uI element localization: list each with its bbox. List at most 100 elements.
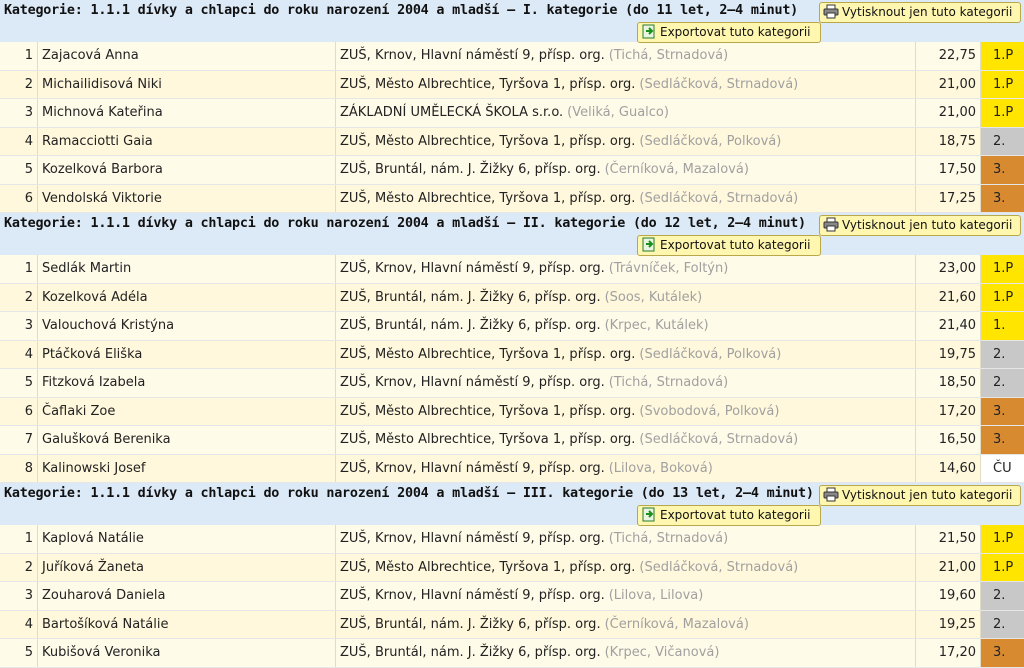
order-number: 5 (0, 156, 38, 184)
table-row: 3 Valouchová Kristýna ZUŠ, Bruntál, nám.… (0, 312, 1024, 341)
school-name: ZUŠ, Krnov, Hlavní náměstí 9, přísp. org… (340, 48, 605, 64)
placement-badge: 2. (981, 582, 1024, 610)
school-cell: ZUŠ, Bruntál, nám. J. Žižky 6, přísp. or… (336, 283, 916, 311)
score: 17,50 (916, 156, 981, 184)
order-number: 3 (0, 99, 38, 127)
teacher-names: (Tichá, Strnadová) (608, 48, 729, 64)
table-row: 7 Galušková Berenika ZUŠ, Město Albrecht… (0, 426, 1024, 455)
school-name: ZUŠ, Město Albrechtice, Tyršova 1, přísp… (340, 76, 636, 92)
teacher-names: (Krpec, Vičanová) (604, 645, 720, 661)
school-name: ZUŠ, Krnov, Hlavní náměstí 9, přísp. org… (340, 531, 605, 547)
score: 23,00 (916, 255, 981, 283)
school-name: ZUŠ, Krnov, Hlavní náměstí 9, přísp. org… (340, 261, 605, 277)
participant-name: Sedlák Martin (38, 255, 336, 283)
school-name: ZUŠ, Bruntál, nám. J. Žižky 6, přísp. or… (340, 645, 601, 661)
score: 21,00 (916, 99, 981, 127)
order-number: 1 (0, 42, 38, 70)
placement-badge: 1.P (981, 283, 1024, 311)
category-title: Kategorie: 1.1.1 dívky a chlapci do roku… (4, 216, 806, 231)
export-category-button[interactable]: Exportovat tuto kategorii (637, 505, 821, 526)
participant-name: Juříková Žaneta (38, 553, 336, 581)
school-name: ZUŠ, Bruntál, nám. J. Žižky 6, přísp. or… (340, 289, 601, 305)
order-number: 5 (0, 639, 38, 667)
order-number: 1 (0, 525, 38, 553)
participant-name: Zouharová Daniela (38, 582, 336, 610)
order-number: 1 (0, 255, 38, 283)
order-number: 8 (0, 454, 38, 482)
export-icon (642, 507, 655, 522)
teacher-names: (Sedláčková, Strnadová) (639, 559, 799, 575)
school-cell: ZUŠ, Město Albrechtice, Tyršova 1, přísp… (336, 553, 916, 581)
score: 19,25 (916, 610, 981, 638)
teacher-names: (Sedláčková, Polková) (639, 346, 782, 362)
school-cell: ZÁKLADNÍ UMĚLECKÁ ŠKOLA s.r.o. (Veliká, … (336, 99, 916, 127)
printer-icon (823, 487, 839, 502)
placement-badge: 1.P (981, 553, 1024, 581)
table-row: 5 Fitzková Izabela ZUŠ, Krnov, Hlavní ná… (0, 369, 1024, 398)
teacher-names: (Sedláčková, Strnadová) (639, 190, 799, 206)
score: 21,60 (916, 283, 981, 311)
school-name: ZUŠ, Bruntál, nám. J. Žižky 6, přísp. or… (340, 162, 601, 178)
export-category-button[interactable]: Exportovat tuto kategorii (637, 235, 821, 256)
category-title: Kategorie: 1.1.1 dívky a chlapci do roku… (4, 3, 799, 18)
order-number: 2 (0, 553, 38, 581)
order-number: 6 (0, 184, 38, 212)
school-name: ZUŠ, Bruntál, nám. J. Žižky 6, přísp. or… (340, 616, 601, 632)
placement-badge: 2. (981, 127, 1024, 155)
participant-name: Michnová Kateřina (38, 99, 336, 127)
teacher-names: (Lilova, Boková) (608, 460, 713, 476)
print-category-label: Vytisknout jen tuto kategorii (842, 218, 1013, 232)
print-category-button[interactable]: Vytisknout jen tuto kategorii (819, 485, 1021, 506)
export-icon (642, 24, 655, 39)
printer-icon (823, 217, 839, 232)
school-cell: ZUŠ, Město Albrechtice, Tyršova 1, přísp… (336, 397, 916, 425)
table-row: 3 Michnová Kateřina ZÁKLADNÍ UMĚLECKÁ ŠK… (0, 99, 1024, 128)
school-name: ZÁKLADNÍ UMĚLECKÁ ŠKOLA s.r.o. (340, 105, 564, 121)
score: 18,50 (916, 369, 981, 397)
order-number: 6 (0, 397, 38, 425)
score: 14,60 (916, 454, 981, 482)
order-number: 4 (0, 340, 38, 368)
school-cell: ZUŠ, Bruntál, nám. J. Žižky 6, přísp. or… (336, 312, 916, 340)
category-section: Kategorie: 1.1.1 dívky a chlapci do roku… (0, 213, 1024, 483)
teacher-names: (Sedláčková, Strnadová) (639, 432, 799, 448)
placement-badge: 3. (981, 184, 1024, 212)
school-cell: ZUŠ, Krnov, Hlavní náměstí 9, přísp. org… (336, 454, 916, 482)
placement-badge: 1.P (981, 42, 1024, 70)
print-category-button[interactable]: Vytisknout jen tuto kategorii (819, 2, 1021, 23)
export-category-label: Exportovat tuto kategorii (660, 238, 811, 252)
placement-badge: 2. (981, 369, 1024, 397)
participant-name: Ptáčková Eliška (38, 340, 336, 368)
participant-name: Kozelková Barbora (38, 156, 336, 184)
category-header: Kategorie: 1.1.1 dívky a chlapci do roku… (0, 0, 1024, 43)
results-list: Kategorie: 1.1.1 dívky a chlapci do roku… (0, 0, 1024, 668)
school-cell: ZUŠ, Krnov, Hlavní náměstí 9, přísp. org… (336, 582, 916, 610)
export-category-label: Exportovat tuto kategorii (660, 508, 811, 522)
export-category-button[interactable]: Exportovat tuto kategorii (637, 22, 821, 43)
placement-badge: 1.P (981, 525, 1024, 553)
print-category-button[interactable]: Vytisknout jen tuto kategorii (819, 215, 1021, 236)
school-name: ZUŠ, Město Albrechtice, Tyršova 1, přísp… (340, 559, 636, 575)
participant-name: Kozelková Adéla (38, 283, 336, 311)
placement-badge: 2. (981, 340, 1024, 368)
table-row: 2 Michailidisová Niki ZUŠ, Město Albrech… (0, 70, 1024, 99)
table-row: 1 Zajacová Anna ZUŠ, Krnov, Hlavní náměs… (0, 42, 1024, 71)
placement-badge: 3. (981, 397, 1024, 425)
teacher-names: (Veliká, Gualco) (567, 105, 669, 121)
school-cell: ZUŠ, Bruntál, nám. J. Žižky 6, přísp. or… (336, 156, 916, 184)
teacher-names: (Černíková, Mazalová) (604, 616, 749, 632)
participant-name: Vendolská Viktorie (38, 184, 336, 212)
score: 16,50 (916, 426, 981, 454)
score: 22,75 (916, 42, 981, 70)
order-number: 2 (0, 70, 38, 98)
school-name: ZUŠ, Město Albrechtice, Tyršova 1, přísp… (340, 403, 636, 419)
table-row: 8 Kalinowski Josef ZUŠ, Krnov, Hlavní ná… (0, 454, 1024, 483)
score: 19,60 (916, 582, 981, 610)
teacher-names: (Sedláčková, Strnadová) (639, 76, 799, 92)
table-row: 1 Sedlák Martin ZUŠ, Krnov, Hlavní náměs… (0, 255, 1024, 284)
order-number: 4 (0, 610, 38, 638)
print-category-label: Vytisknout jen tuto kategorii (842, 5, 1013, 19)
export-icon (642, 237, 655, 252)
printer-icon (823, 4, 839, 19)
school-name: ZUŠ, Město Albrechtice, Tyršova 1, přísp… (340, 346, 636, 362)
